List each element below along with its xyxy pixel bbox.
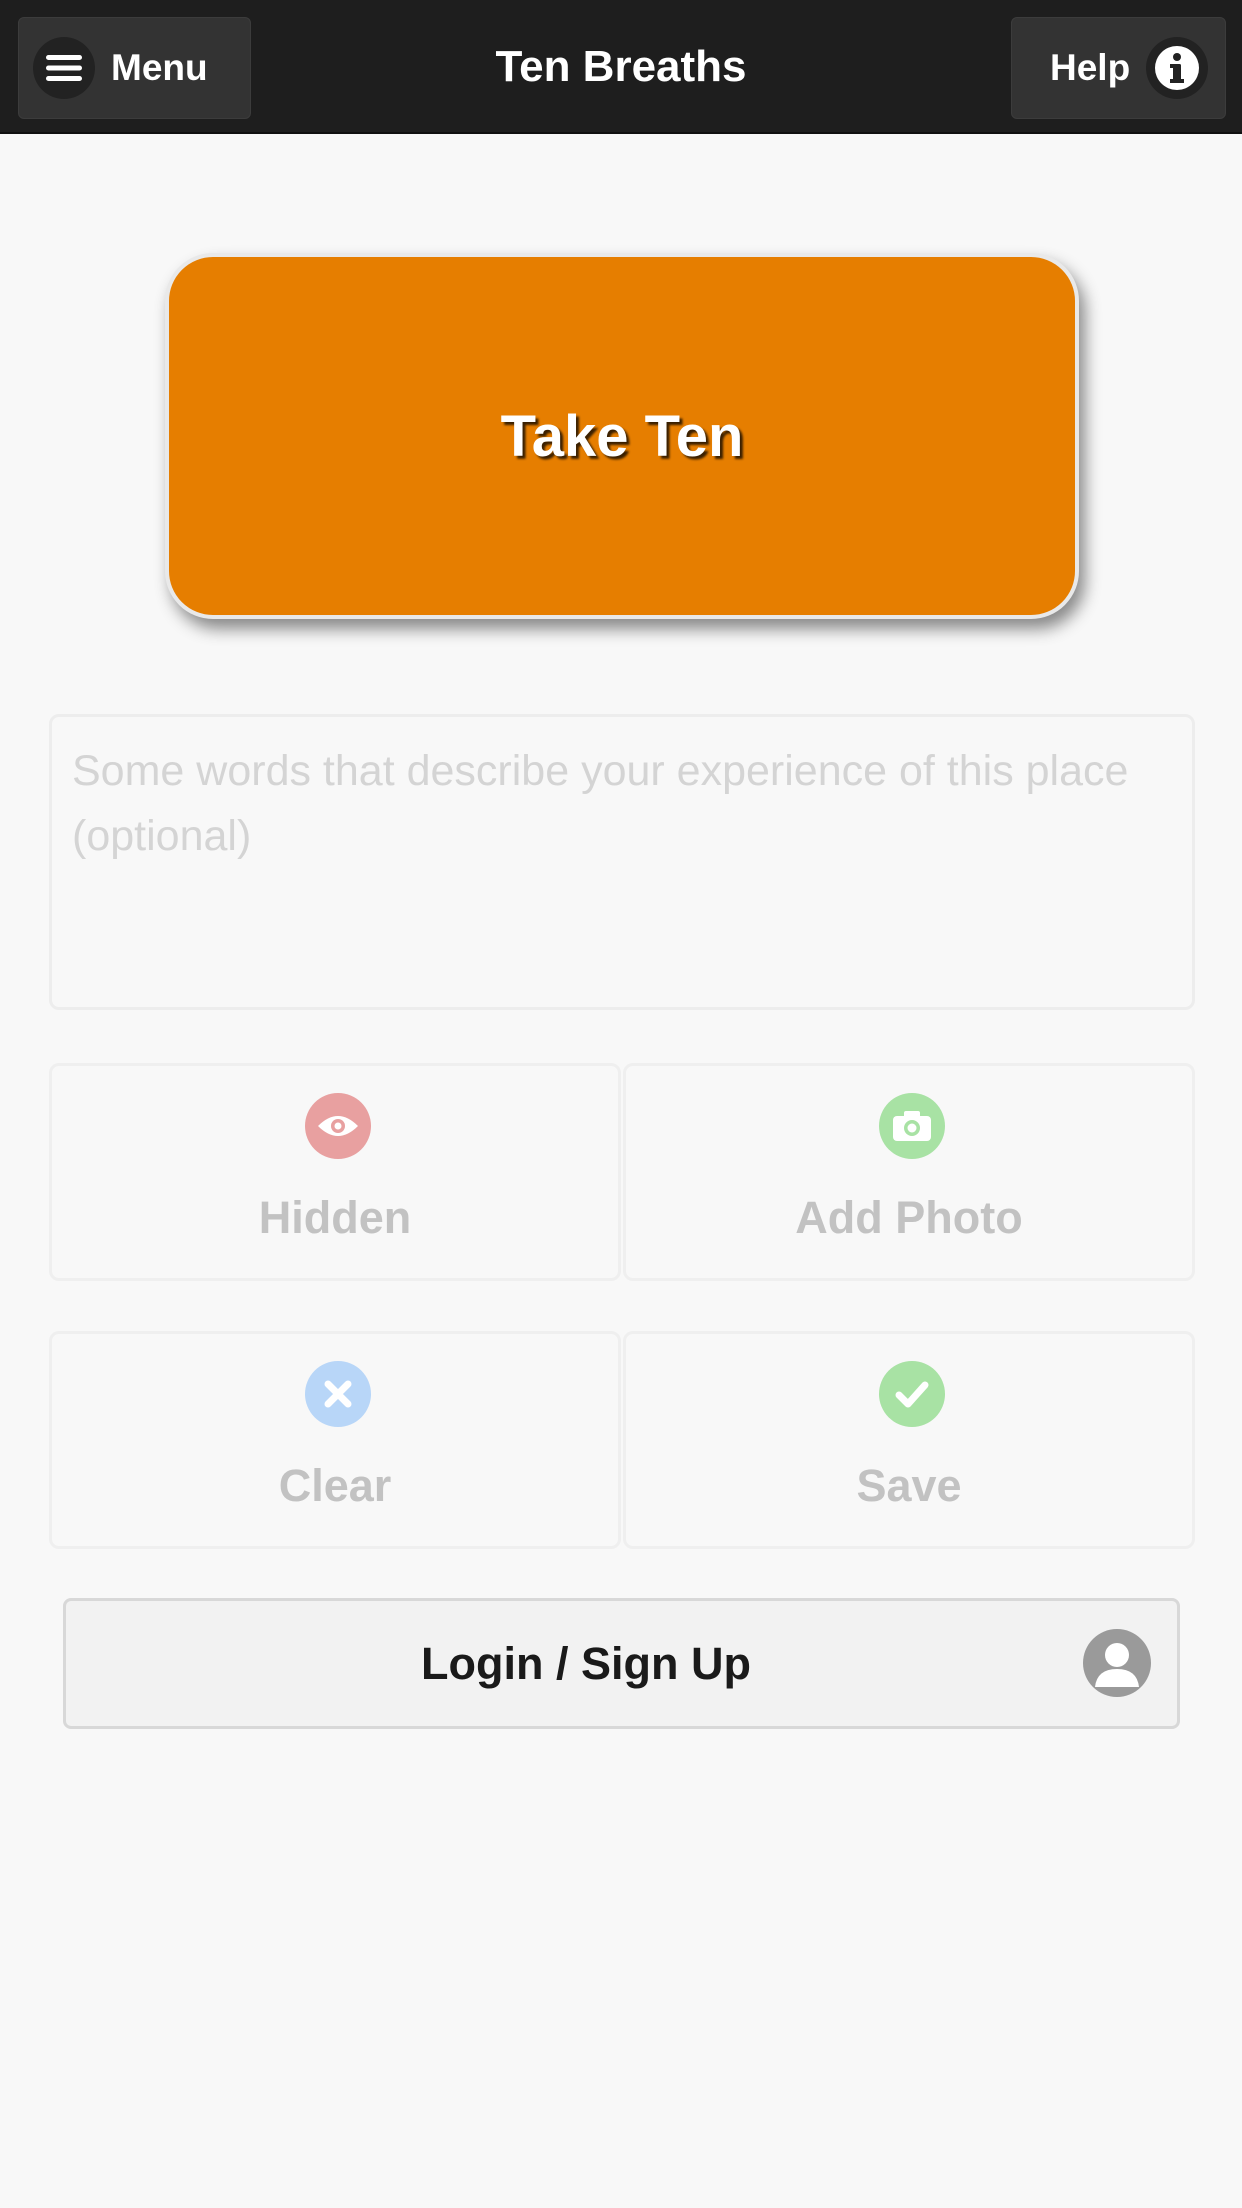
add-photo-button[interactable]: Add Photo (623, 1063, 1195, 1281)
menu-button[interactable]: Menu (18, 17, 251, 119)
help-button[interactable]: Help (1011, 17, 1226, 119)
take-ten-label: Take Ten (500, 403, 744, 469)
add-photo-label: Add Photo (795, 1192, 1023, 1243)
clear-button[interactable]: Clear (49, 1331, 621, 1549)
clear-label: Clear (278, 1460, 392, 1511)
user-icon (1083, 1629, 1151, 1697)
hidden-label: Hidden (258, 1192, 412, 1243)
save-button[interactable]: Save (623, 1331, 1195, 1549)
eye-icon (305, 1093, 371, 1159)
save-label: Save (856, 1460, 962, 1511)
login-signup-label: Login / Sign Up (421, 1638, 751, 1689)
check-icon (879, 1361, 945, 1427)
menu-label: Menu (111, 47, 208, 88)
hidden-toggle-button[interactable]: Hidden (49, 1063, 621, 1281)
login-signup-button[interactable]: Login / Sign Up (63, 1598, 1180, 1729)
experience-notes-input[interactable] (49, 714, 1195, 1010)
app-header: Ten Breaths Menu Help (0, 0, 1242, 134)
take-ten-button[interactable]: Take Ten (165, 253, 1079, 619)
help-label: Help (1050, 47, 1131, 88)
info-icon (1146, 37, 1209, 99)
hamburger-icon (33, 37, 95, 99)
close-icon (305, 1361, 371, 1427)
camera-icon (879, 1093, 945, 1159)
